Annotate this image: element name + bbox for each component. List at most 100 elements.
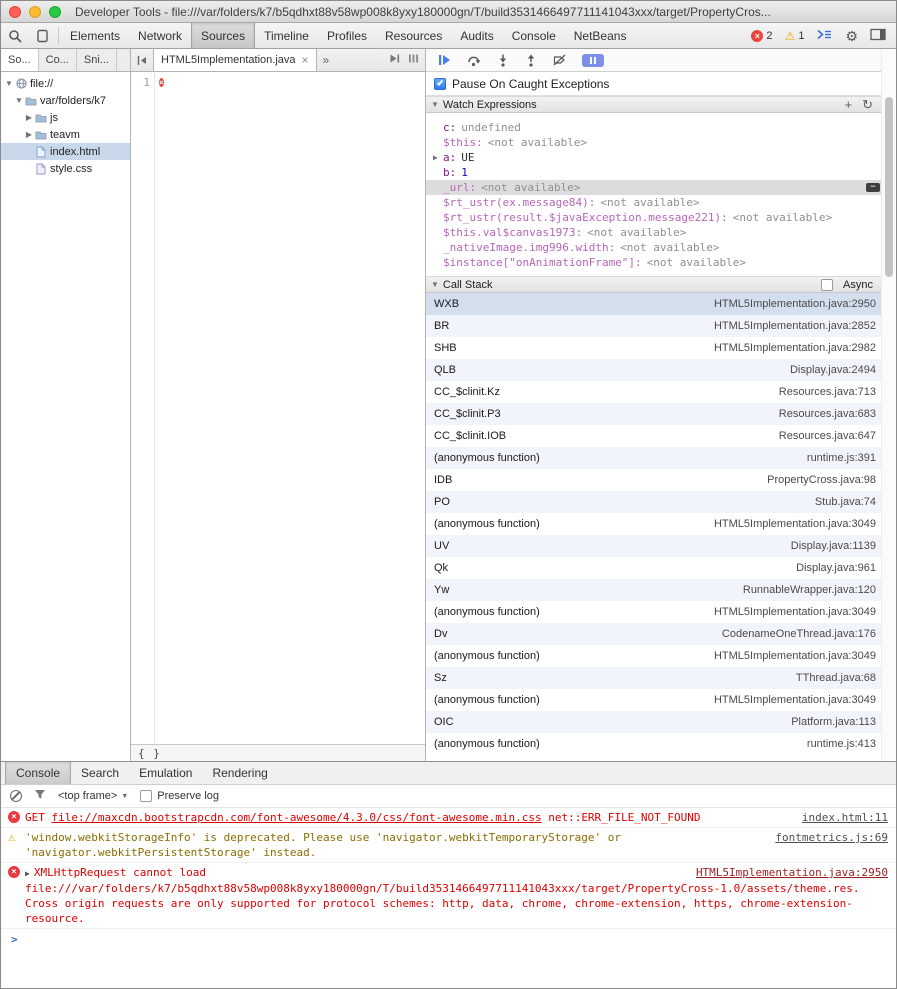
call-stack-frame[interactable]: UVDisplay.java:1139	[426, 535, 896, 557]
drawer-tab-rendering[interactable]: Rendering	[202, 762, 277, 784]
step-over-button[interactable]	[467, 54, 481, 67]
call-stack-frame[interactable]: WXBHTML5Implementation.java:2950	[426, 293, 896, 315]
tab-sources[interactable]: Sources	[191, 23, 255, 48]
call-stack-frame[interactable]: CC_$clinit.IOBResources.java:647	[426, 425, 896, 447]
clear-console-icon[interactable]	[10, 790, 22, 802]
watch-row[interactable]: $rt_ustr(result.$javaException.message22…	[426, 210, 896, 225]
watch-row[interactable]: $this.val$canvas1973: <not available>	[426, 225, 896, 240]
navigator-tab-snippets[interactable]: Sni...	[77, 49, 117, 71]
call-stack-header[interactable]: ▼ Call Stack Async	[426, 276, 896, 293]
tree-item-var-folders[interactable]: ▼ var/folders/k7	[1, 92, 130, 109]
tab-resources[interactable]: Resources	[376, 23, 451, 48]
inspect-element-icon[interactable]	[1, 23, 29, 48]
line-error-icon[interactable]: ×	[159, 78, 164, 87]
drawer-tab-console[interactable]: Console	[5, 762, 71, 784]
call-stack-frame[interactable]: YwRunnableWrapper.java:120	[426, 579, 896, 601]
tab-netbeans[interactable]: NetBeans	[565, 23, 636, 48]
minimize-window-button[interactable]	[29, 6, 41, 18]
tab-profiles[interactable]: Profiles	[318, 23, 376, 48]
watch-row[interactable]: b: 1	[426, 165, 896, 180]
tree-item-file-root[interactable]: ▼ file://	[1, 75, 130, 92]
filter-icon[interactable]	[34, 789, 46, 803]
call-stack-frame[interactable]: BRHTML5Implementation.java:2852	[426, 315, 896, 337]
frame-selector-dropdown[interactable]: <top frame> ▼	[58, 790, 128, 802]
call-stack-frame[interactable]: (anonymous function)HTML5Implementation.…	[426, 513, 896, 535]
dock-side-icon[interactable]	[870, 28, 886, 44]
pause-on-exceptions-button[interactable]	[582, 54, 604, 67]
watch-row[interactable]: _nativeImage.img996.width: <not availabl…	[426, 240, 896, 255]
tab-network[interactable]: Network	[129, 23, 191, 48]
call-stack-frame[interactable]: CC_$clinit.P3Resources.java:683	[426, 403, 896, 425]
warning-badge[interactable]: ⚠ 1	[785, 30, 805, 42]
watch-expressions-header[interactable]: ▼ Watch Expressions + ↻	[426, 96, 896, 113]
console-message-error[interactable]: × HTML5Implementation.java:2950 ▶XMLHttp…	[1, 863, 896, 929]
tab-audits[interactable]: Audits	[451, 23, 502, 48]
call-stack-frame[interactable]: POStub.java:74	[426, 491, 896, 513]
scrollbar-thumb[interactable]	[885, 97, 893, 277]
source-link[interactable]: index.html:11	[802, 810, 888, 825]
navigator-tab-sources[interactable]: So...	[1, 49, 39, 71]
scrollbar-track[interactable]	[881, 49, 896, 761]
tab-console[interactable]: Console	[503, 23, 565, 48]
call-stack-frame[interactable]: SHBHTML5Implementation.java:2982	[426, 337, 896, 359]
navigator-tab-content-scripts[interactable]: Co...	[39, 49, 77, 71]
watch-row-selected[interactable]: _url: <not available> −	[426, 180, 896, 195]
pause-on-caught-checkbox[interactable]	[434, 78, 446, 90]
call-stack-frame[interactable]: (anonymous function)HTML5Implementation.…	[426, 601, 896, 623]
section-disclosure-icon[interactable]: ▼	[431, 100, 439, 109]
editor-file-tab[interactable]: HTML5Implementation.java ×	[153, 49, 317, 71]
request-url-link[interactable]: file://maxcdn.bootstrapcdn.com/font-awes…	[52, 811, 542, 824]
watch-row[interactable]: c: undefined	[426, 120, 896, 135]
tab-overflow-icon[interactable]: »	[317, 49, 336, 71]
section-disclosure-icon[interactable]: ▼	[431, 280, 439, 289]
source-link[interactable]: HTML5Implementation.java:2950	[696, 865, 888, 880]
drawer-tab-search[interactable]: Search	[71, 762, 129, 784]
close-tab-icon[interactable]: ×	[302, 54, 309, 66]
call-stack-frame[interactable]: QLBDisplay.java:2494	[426, 359, 896, 381]
refresh-watch-icon[interactable]: ↻	[862, 98, 873, 111]
disclosure-closed-icon[interactable]: ▶	[24, 130, 34, 139]
run-snippet-icon[interactable]	[389, 53, 400, 67]
hide-navigator-icon[interactable]	[131, 49, 153, 71]
disclosure-closed-icon[interactable]: ▶	[24, 113, 34, 122]
tree-item-teavm[interactable]: ▶ teavm	[1, 126, 130, 143]
async-checkbox[interactable]	[821, 279, 833, 291]
error-badge[interactable]: × 2	[751, 30, 772, 42]
call-stack-frame[interactable]: (anonymous function)HTML5Implementation.…	[426, 645, 896, 667]
tree-item-index-html[interactable]: index.html	[1, 143, 130, 160]
panel-columns-icon[interactable]	[408, 53, 419, 67]
device-mode-icon[interactable]	[29, 23, 56, 48]
drawer-tab-emulation[interactable]: Emulation	[129, 762, 202, 784]
resume-button[interactable]	[438, 54, 451, 66]
disclosure-open-icon[interactable]: ▼	[14, 96, 24, 105]
code-area[interactable]: ×	[155, 72, 425, 744]
tab-elements[interactable]: Elements	[61, 23, 129, 48]
code-editor[interactable]: 1 ×	[131, 72, 425, 744]
call-stack-frame[interactable]: CC_$clinit.KzResources.java:713	[426, 381, 896, 403]
add-watch-icon[interactable]: +	[845, 98, 853, 111]
step-out-button[interactable]	[525, 54, 537, 67]
call-stack-frame[interactable]: DvCodenameOneThread.java:176	[426, 623, 896, 645]
call-stack-frame[interactable]: SzTThread.java:68	[426, 667, 896, 689]
preserve-log-control[interactable]: Preserve log	[140, 790, 219, 802]
call-stack-frame[interactable]: IDBPropertyCross.java:98	[426, 469, 896, 491]
close-window-button[interactable]	[9, 6, 21, 18]
settings-gear-icon[interactable]: ⚙	[845, 29, 858, 43]
watch-row[interactable]: ▶ a: UE	[426, 150, 896, 165]
delete-watch-button[interactable]: −	[866, 183, 880, 192]
call-stack-frame[interactable]: (anonymous function)runtime.js:413	[426, 733, 896, 755]
source-link[interactable]: fontmetrics.js:69	[775, 830, 888, 845]
watch-row[interactable]: $rt_ustr(ex.message84): <not available>	[426, 195, 896, 210]
console-message-error[interactable]: × index.html:11 GET file://maxcdn.bootst…	[1, 808, 896, 828]
tab-timeline[interactable]: Timeline	[255, 23, 318, 48]
disclosure-closed-icon[interactable]: ▶	[433, 150, 443, 165]
preserve-log-checkbox[interactable]	[140, 790, 152, 802]
step-into-button[interactable]	[497, 54, 509, 67]
drawer-toggle-icon[interactable]	[816, 28, 833, 44]
call-stack-frame[interactable]: (anonymous function)HTML5Implementation.…	[426, 689, 896, 711]
tree-item-style-css[interactable]: style.css	[1, 160, 130, 177]
watch-row[interactable]: $this: <not available>	[426, 135, 896, 150]
pretty-print-button[interactable]: { }	[138, 747, 161, 760]
expand-triangle-icon[interactable]: ▶	[25, 869, 30, 878]
zoom-window-button[interactable]	[49, 6, 61, 18]
